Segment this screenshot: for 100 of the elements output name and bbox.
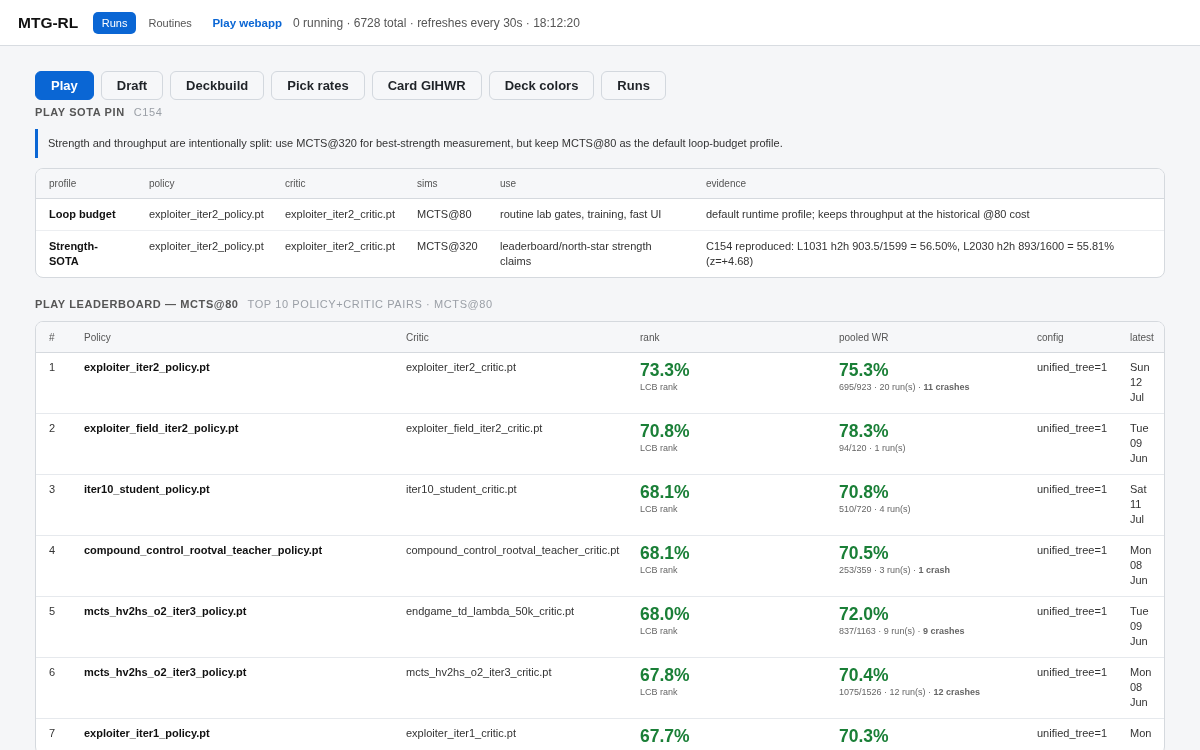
column-header: # — [36, 322, 71, 353]
column-header: sims — [404, 169, 487, 199]
config-value: unified_tree=1 — [1024, 535, 1117, 596]
latest-date: Mon 08 Jun — [1117, 657, 1164, 718]
app-title: MTG-RL — [18, 13, 79, 32]
win-rate-detail: 837/1163 · 9 run(s) · 9 crashes — [839, 625, 965, 638]
critic-name: endgame_td_lambda_50k_critic.pt — [393, 596, 627, 657]
webapp-link[interactable]: Play webapp — [212, 16, 283, 29]
config-value: unified_tree=1 — [1024, 718, 1117, 750]
latest-date: Mon — [1117, 718, 1164, 750]
tab[interactable]: Runs — [601, 71, 666, 100]
win-rate-detail: 94/120 · 1 run(s) — [839, 442, 906, 455]
column-header: use — [487, 169, 693, 199]
win-rate-detail: 253/359 · 3 run(s) · 1 crash — [839, 564, 951, 577]
profile-name: Loop budget — [48, 207, 117, 222]
section-tag: C154 — [133, 106, 163, 119]
rank-value: 67.7% — [640, 726, 690, 746]
config-value: unified_tree=1 — [1024, 596, 1117, 657]
latest-date: Sun 12 Jul — [1129, 360, 1151, 405]
table-cell-text: exploiter_iter2_policy.pt — [148, 207, 265, 222]
rank-value: 73.3% — [640, 360, 690, 380]
rank-label: LCB rank — [640, 442, 678, 455]
column-header: pooled WR — [826, 322, 1024, 353]
win-rate-value: 70.3% — [839, 726, 889, 746]
win-rate-detail: 1075/1526 · 12 run(s) · 12 crashes — [839, 686, 981, 699]
win-rate-value: 78.3% — [839, 421, 889, 441]
section-subtitle: TOP 10 POLICY+CRITIC PAIRS · MCTS@80 — [247, 298, 493, 311]
note-callout: Strength and throughput are intentionally split: use MCTS@320 for best-strength measurement, but keep MCTS@80 as the default loop-budget profile. — [35, 129, 1165, 158]
rank-number: 2 — [36, 413, 71, 474]
column-header: Policy — [71, 322, 393, 353]
table-cell: leaderboard/north-star strength claims — [487, 230, 693, 277]
win-rate-value: 75.3% — [839, 360, 889, 380]
tab[interactable]: Deckbuild — [170, 71, 265, 100]
rank-number: 6 — [36, 657, 71, 718]
column-header: rank — [627, 322, 826, 353]
column-header: evidence — [693, 169, 1164, 199]
rank-number: 4 — [36, 535, 71, 596]
nav-tab[interactable]: Runs — [93, 11, 136, 34]
win-rate-value: 70.4% — [839, 665, 889, 685]
rank-number: 1 — [48, 360, 57, 375]
config-value: unified_tree=1 — [1024, 657, 1117, 718]
config-value: unified_tree=1 — [1024, 413, 1117, 474]
column-header: Critic — [393, 322, 627, 353]
tab[interactable]: Deck colors — [488, 71, 595, 100]
win-rate-value: 70.8% — [839, 482, 889, 502]
tab[interactable]: Pick rates — [271, 71, 365, 100]
config-value: unified_tree=1 — [1036, 360, 1109, 375]
column-header: latest — [1117, 322, 1164, 353]
policy-name: exploiter_field_iter2_policy.pt — [71, 413, 393, 474]
section-title: PLAY SOTA PIN — [35, 106, 125, 119]
nav-tab[interactable]: Routines — [139, 11, 201, 34]
rank-label: LCB rank — [640, 625, 678, 638]
critic-name: exploiter_iter2_critic.pt — [405, 360, 518, 375]
profile-name: Strength-SOTA — [36, 230, 136, 277]
policy-name: exploiter_iter1_policy.pt — [71, 718, 393, 750]
policy-name: mcts_hv2hs_o2_iter3_policy.pt — [71, 657, 393, 718]
table-cell-text: routine lab gates, training, fast UI — [499, 207, 663, 222]
rank-label: LCB rank — [640, 564, 678, 577]
column-header: critic — [272, 169, 404, 199]
policy-name: iter10_student_policy.pt — [71, 474, 393, 535]
rank-number: 3 — [36, 474, 71, 535]
critic-name: mcts_hv2hs_o2_iter3_critic.pt — [393, 657, 627, 718]
tab[interactable]: Card GIHWR — [371, 71, 482, 100]
table-cell: MCTS@320 — [404, 230, 487, 277]
rank-label: LCB rank — [640, 503, 678, 516]
latest-date: Mon 08 Jun — [1117, 535, 1164, 596]
status-text: 0 running · 6728 total · refreshes every 30s · 18:12:20 — [293, 15, 580, 30]
tab[interactable]: Draft — [100, 71, 164, 100]
critic-name: exploiter_field_iter2_critic.pt — [393, 413, 627, 474]
critic-name: iter10_student_critic.pt — [393, 474, 627, 535]
latest-date: Tue 09 Jun — [1117, 596, 1164, 657]
latest-date: Tue 09 Jun — [1117, 413, 1164, 474]
policy-name: mcts_hv2hs_o2_iter3_policy.pt — [71, 596, 393, 657]
critic-name: compound_control_rootval_teacher_critic.pt — [393, 535, 627, 596]
policy-name: exploiter_iter2_policy.pt — [83, 360, 211, 375]
rank-number: 5 — [36, 596, 71, 657]
rank-label: LCB rank — [640, 381, 678, 394]
latest-date: Sat 11 Jul — [1117, 474, 1164, 535]
rank-value: 68.1% — [640, 482, 690, 502]
tab[interactable]: Play — [35, 71, 94, 100]
table-cell-text: exploiter_iter2_critic.pt — [284, 207, 397, 222]
table-cell-text: MCTS@80 — [416, 207, 473, 222]
rank-number: 7 — [36, 718, 71, 750]
rank-label: LCB rank — [640, 686, 678, 699]
config-value: unified_tree=1 — [1024, 474, 1117, 535]
rank-value: 68.0% — [640, 604, 690, 624]
win-rate-detail: 510/720 · 4 run(s) — [839, 503, 911, 516]
table-cell-text: default runtime profile; keeps throughput at the historical @80 cost — [705, 207, 1031, 222]
table-cell: exploiter_iter2_critic.pt — [272, 230, 404, 277]
column-header: config — [1024, 322, 1117, 353]
win-rate-value: 70.5% — [839, 543, 889, 563]
table-cell: exploiter_iter2_policy.pt — [136, 230, 272, 277]
policy-name: compound_control_rootval_teacher_policy.pt — [71, 535, 393, 596]
win-rate-value: 72.0% — [839, 604, 889, 624]
table-cell: C154 reproduced: L1031 h2h 903.5/1599 = 56.50%, L2030 h2h 893/1600 = 55.81% (z=+4.68) — [693, 230, 1164, 277]
column-header: policy — [136, 169, 272, 199]
critic-name: exploiter_iter1_critic.pt — [393, 718, 627, 750]
section-title: PLAY LEADERBOARD — MCTS@80 — [35, 298, 239, 311]
rank-value: 68.1% — [640, 543, 690, 563]
rank-value: 67.8% — [640, 665, 690, 685]
